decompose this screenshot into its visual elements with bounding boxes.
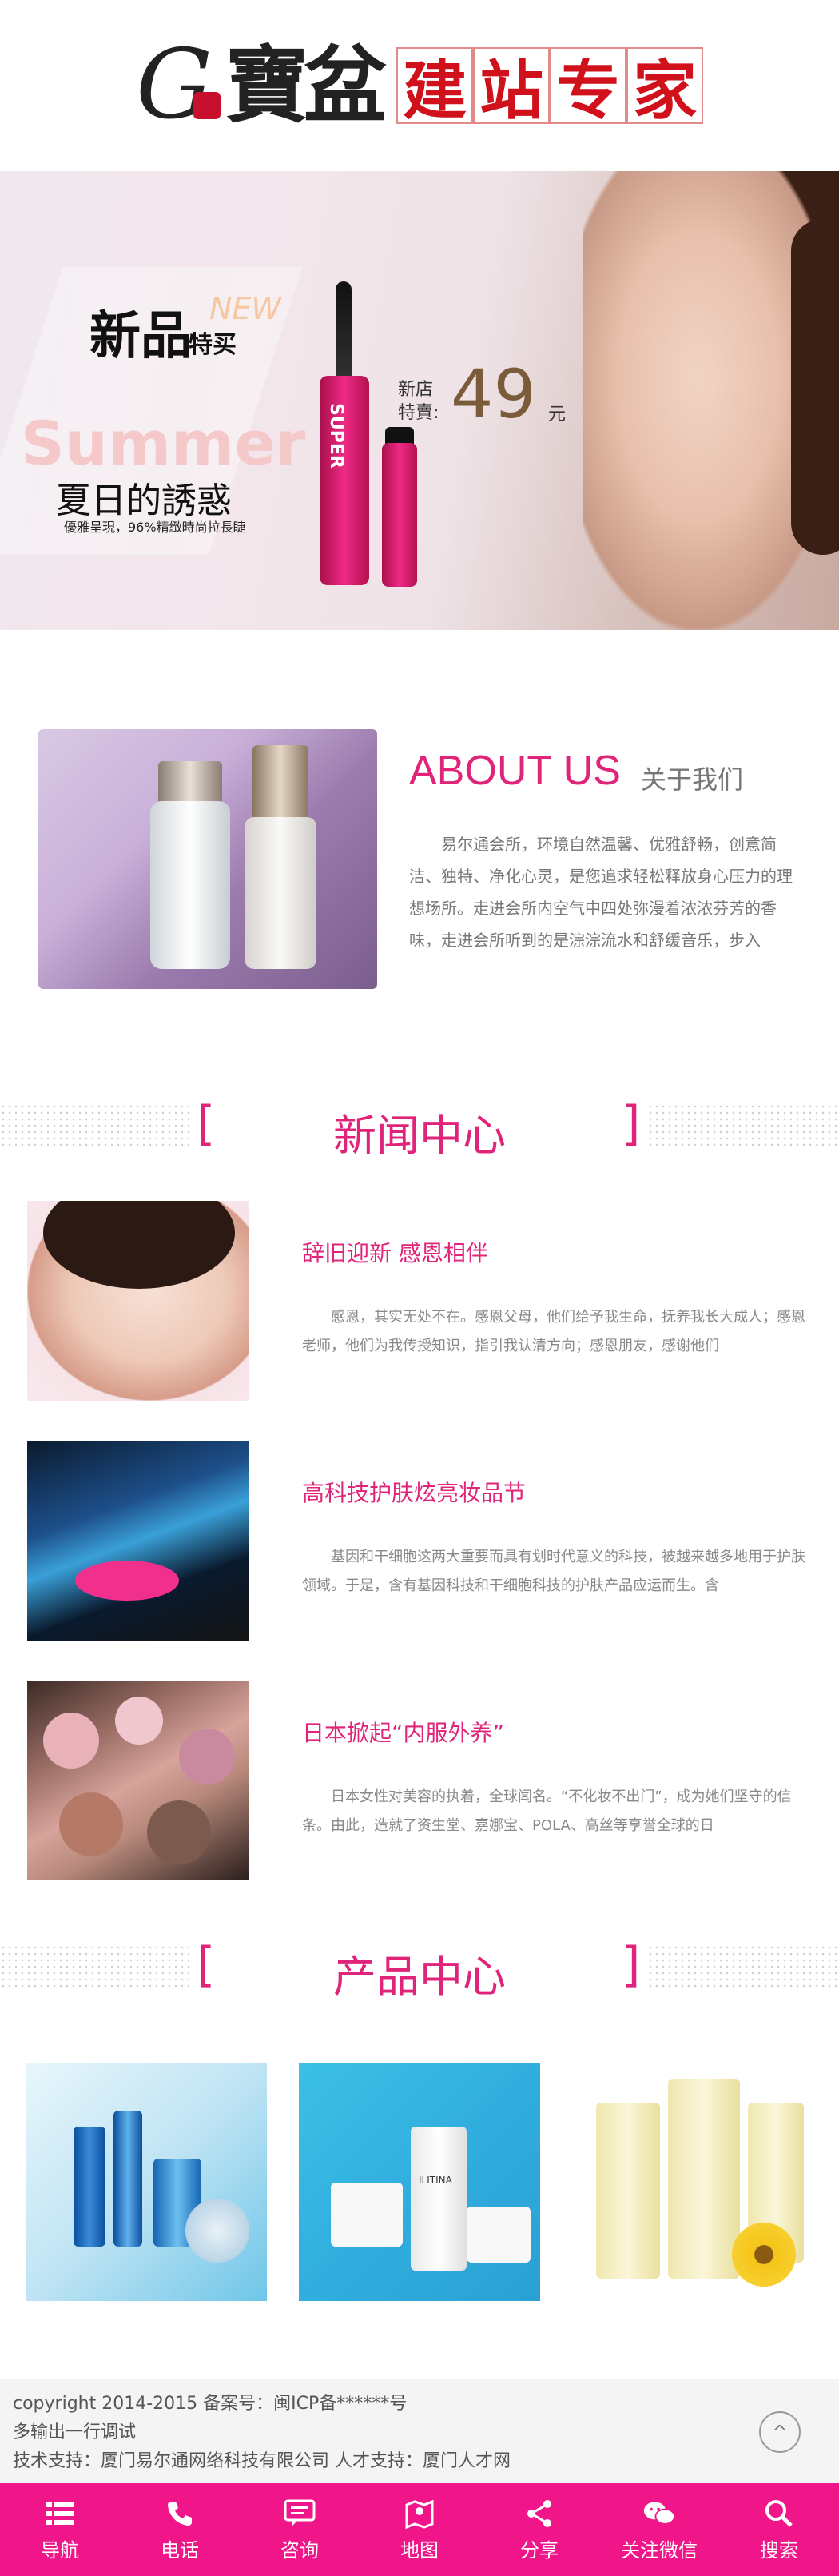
palette-pan	[43, 1713, 99, 1769]
mascara-label: SUPER	[326, 403, 346, 469]
product-jar	[331, 2183, 403, 2247]
news-thumbnail[interactable]	[27, 1681, 249, 1880]
product-bottle	[74, 2127, 105, 2247]
news-item-title[interactable]: 日本掀起“内服外养”	[302, 1716, 504, 1748]
nav-item-consult[interactable]: 咨询	[240, 2483, 360, 2576]
nav-label: 咨询	[280, 2538, 319, 2562]
banner-summer-text: Summer	[21, 408, 306, 479]
site-footer: copyright 2014-2015 备案号：闽ICP备******号 多输出…	[0, 2379, 839, 2483]
banner-new-label: 新品	[89, 306, 192, 366]
nav-item-map[interactable]: 地图	[360, 2483, 479, 2576]
product-bottle	[596, 2103, 660, 2279]
footer-support: 技术支持：厦门易尔通网络科技有限公司 人才支持：厦门人才网	[13, 2451, 511, 2471]
about-title[interactable]: ABOUT US	[409, 747, 621, 795]
palette-pan	[147, 1800, 211, 1864]
nav-item-phone[interactable]: 电话	[120, 2483, 240, 2576]
palette-pan	[179, 1729, 235, 1784]
hero-banner[interactable]: 新品 NEW 特买 Summer 夏日的誘惑 優雅呈現，96%精緻時尚拉長睫 S…	[0, 171, 839, 630]
nav-label: 电话	[161, 2538, 199, 2562]
banner-special-label: 特买	[189, 331, 237, 359]
nav-item-wechat[interactable]: 关注微信	[599, 2483, 719, 2576]
news-item-summary: 感恩，其实无处不在。感恩父母，他们给予我生命，抚养我长大成人；感恩老师，他们为我…	[302, 1309, 805, 1354]
mascara-wand	[336, 281, 352, 385]
model-hair-side	[791, 219, 839, 555]
news-item-summary: 基因和干细胞这两大重要而具有划时代意义的科技，被越来越多地用于护肤领域。于是，含…	[302, 1549, 805, 1594]
product-brand-label: ILITINA	[419, 2175, 452, 2186]
logo-slogan: 建 站 专 家	[396, 47, 703, 128]
bottom-nav-bar: 导航 电话 咨询 地图 分享 关注微信 搜索	[0, 2483, 839, 2576]
back-to-top-button[interactable]: ^	[759, 2411, 801, 2453]
palette-pan	[59, 1792, 123, 1856]
nav-item-search[interactable]: 搜索	[719, 2483, 839, 2576]
bottle	[150, 801, 230, 969]
model-hair	[43, 1201, 235, 1289]
logo-slogan-char: 建	[396, 47, 473, 128]
banner-headline: 夏日的誘惑	[56, 481, 232, 521]
bottle	[245, 817, 316, 969]
product-card[interactable]	[572, 2063, 813, 2301]
logo-slogan-char: 家	[626, 47, 703, 128]
lips-decor	[75, 1561, 179, 1601]
map-icon	[404, 2498, 435, 2530]
footer-debug-line: 多输出一行调试	[13, 2422, 137, 2442]
news-section-title[interactable]: 新闻中心	[0, 1100, 839, 1163]
nav-item-menu[interactable]: 导航	[0, 2483, 120, 2576]
product-bottle	[113, 2111, 142, 2247]
flower-decor	[732, 2223, 796, 2287]
news-section-header: [ 新闻中心 ]	[0, 1096, 839, 1161]
news-item-title[interactable]: 辞旧迎新 感恩相伴	[302, 1236, 488, 1268]
product-bottle	[668, 2079, 740, 2279]
share-icon	[523, 2498, 555, 2530]
nav-item-share[interactable]: 分享	[479, 2483, 599, 2576]
logo-mark: G	[136, 30, 213, 141]
product-card[interactable]	[26, 2063, 267, 2301]
news-item-title[interactable]: 高科技护肤炫亮妆品节	[302, 1476, 526, 1508]
products-section-title[interactable]: 产品中心	[0, 1941, 839, 2004]
logo-slogan-char: 专	[549, 47, 626, 128]
bottle-cap	[252, 745, 308, 821]
product-compact	[185, 2199, 249, 2263]
product-bottle	[411, 2127, 467, 2271]
news-thumbnail[interactable]	[27, 1201, 249, 1401]
news-item-summary: 日本女性对美容的执着，全球闻名。“不化妆不出门”，成为她们坚守的信条。由此，造就…	[302, 1788, 792, 1834]
nav-label: 分享	[520, 2538, 559, 2562]
search-icon	[763, 2498, 795, 2530]
product-jar	[467, 2207, 531, 2263]
banner-currency: 元	[548, 405, 567, 425]
phone-icon	[164, 2498, 196, 2530]
menu-icon	[44, 2498, 76, 2530]
footer-copyright: copyright 2014-2015 备案号：闽ICP备******号	[13, 2394, 408, 2414]
news-thumbnail[interactable]	[27, 1441, 249, 1641]
products-section-header: [ 产品中心 ]	[0, 1937, 839, 2002]
about-subtitle: 关于我们	[641, 764, 744, 795]
nav-label: 搜索	[760, 2538, 798, 2562]
logo-slogan-char: 站	[472, 47, 550, 128]
about-image	[38, 729, 377, 989]
site-logo[interactable]: G 寶盆 建 站 专 家	[136, 38, 703, 134]
site-header: G 寶盆 建 站 专 家	[0, 0, 839, 171]
banner-new-en: NEW	[209, 291, 282, 326]
banner-price-label: 新店特賣:	[398, 380, 439, 423]
wechat-icon	[643, 2498, 675, 2530]
about-text: 易尔通会所，环境自然温馨、优雅舒畅，创意简洁、独特、净化心灵，是您追求轻松释放身…	[409, 835, 793, 950]
logo-seal-icon	[193, 92, 221, 119]
banner-note: 優雅呈現，96%精緻時尚拉長睫	[64, 520, 246, 535]
logo-chinese-name: 寶盆	[225, 36, 387, 134]
palette-pan	[115, 1697, 163, 1745]
bracket-right: ]	[622, 1937, 641, 1993]
chevron-up-icon: ^	[772, 2422, 788, 2442]
banner-price: 49	[451, 355, 536, 433]
nav-label: 关注微信	[621, 2538, 698, 2562]
product-card[interactable]: ILITINA	[299, 2063, 540, 2301]
chat-icon	[284, 2498, 316, 2530]
nav-label: 导航	[41, 2538, 79, 2562]
mascara-tube-second	[382, 443, 417, 587]
nav-label: 地图	[400, 2538, 439, 2562]
bracket-right: ]	[622, 1096, 641, 1152]
